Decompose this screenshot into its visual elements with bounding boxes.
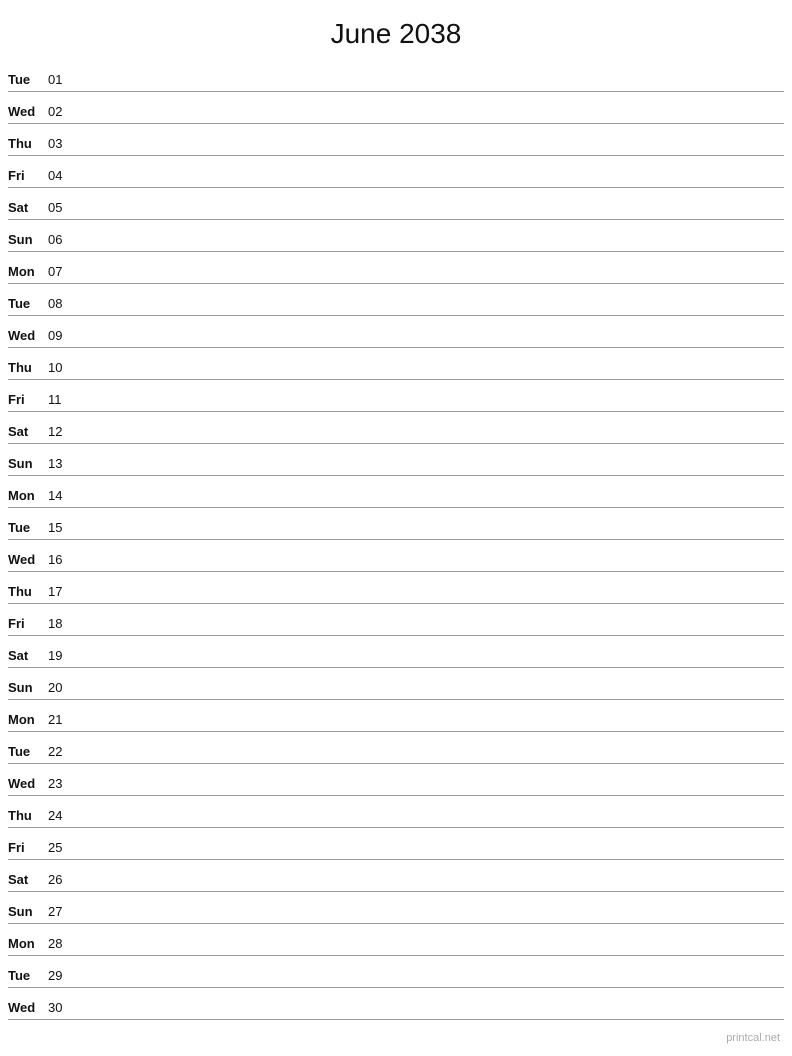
- day-row: Tue22: [8, 732, 784, 764]
- day-name: Wed: [8, 1000, 48, 1017]
- day-row: Tue08: [8, 284, 784, 316]
- day-number: 27: [48, 904, 76, 921]
- day-number: 04: [48, 168, 76, 185]
- day-row: Thu24: [8, 796, 784, 828]
- day-row: Mon14: [8, 476, 784, 508]
- day-name: Wed: [8, 776, 48, 793]
- day-name: Sat: [8, 872, 48, 889]
- day-name: Sat: [8, 648, 48, 665]
- day-number: 09: [48, 328, 76, 345]
- day-row: Sun06: [8, 220, 784, 252]
- day-number: 13: [48, 456, 76, 473]
- day-number: 19: [48, 648, 76, 665]
- day-number: 02: [48, 104, 76, 121]
- day-name: Sun: [8, 904, 48, 921]
- day-name: Tue: [8, 72, 48, 89]
- day-name: Mon: [8, 488, 48, 505]
- day-row: Wed23: [8, 764, 784, 796]
- calendar-list: Tue01Wed02Thu03Fri04Sat05Sun06Mon07Tue08…: [0, 60, 792, 1020]
- day-name: Tue: [8, 968, 48, 985]
- day-row: Sun20: [8, 668, 784, 700]
- day-row: Thu10: [8, 348, 784, 380]
- day-row: Fri18: [8, 604, 784, 636]
- day-name: Thu: [8, 808, 48, 825]
- day-row: Wed30: [8, 988, 784, 1020]
- day-name: Fri: [8, 392, 48, 409]
- day-name: Sun: [8, 232, 48, 249]
- day-number: 14: [48, 488, 76, 505]
- day-name: Mon: [8, 936, 48, 953]
- day-row: Thu03: [8, 124, 784, 156]
- day-name: Sun: [8, 456, 48, 473]
- day-number: 10: [48, 360, 76, 377]
- day-number: 25: [48, 840, 76, 857]
- day-number: 18: [48, 616, 76, 633]
- day-row: Sun13: [8, 444, 784, 476]
- day-row: Tue01: [8, 60, 784, 92]
- day-name: Thu: [8, 360, 48, 377]
- day-name: Wed: [8, 552, 48, 569]
- day-name: Wed: [8, 328, 48, 345]
- day-name: Sat: [8, 200, 48, 217]
- day-name: Fri: [8, 840, 48, 857]
- day-name: Sat: [8, 424, 48, 441]
- day-row: Tue29: [8, 956, 784, 988]
- day-row: Fri25: [8, 828, 784, 860]
- day-name: Thu: [8, 136, 48, 153]
- day-number: 15: [48, 520, 76, 537]
- day-number: 23: [48, 776, 76, 793]
- day-number: 26: [48, 872, 76, 889]
- day-row: Fri04: [8, 156, 784, 188]
- day-number: 03: [48, 136, 76, 153]
- day-number: 22: [48, 744, 76, 761]
- day-row: Wed16: [8, 540, 784, 572]
- day-number: 17: [48, 584, 76, 601]
- day-row: Mon21: [8, 700, 784, 732]
- day-name: Mon: [8, 712, 48, 729]
- day-number: 07: [48, 264, 76, 281]
- day-name: Wed: [8, 104, 48, 121]
- day-number: 11: [48, 392, 76, 409]
- day-row: Wed09: [8, 316, 784, 348]
- day-number: 28: [48, 936, 76, 953]
- day-row: Thu17: [8, 572, 784, 604]
- day-number: 30: [48, 1000, 76, 1017]
- day-number: 01: [48, 72, 76, 89]
- day-name: Fri: [8, 616, 48, 633]
- day-name: Fri: [8, 168, 48, 185]
- day-name: Tue: [8, 296, 48, 313]
- day-number: 08: [48, 296, 76, 313]
- day-number: 06: [48, 232, 76, 249]
- day-number: 05: [48, 200, 76, 217]
- day-row: Fri11: [8, 380, 784, 412]
- day-row: Sat05: [8, 188, 784, 220]
- day-number: 20: [48, 680, 76, 697]
- day-row: Sat26: [8, 860, 784, 892]
- day-number: 16: [48, 552, 76, 569]
- day-name: Tue: [8, 520, 48, 537]
- day-name: Thu: [8, 584, 48, 601]
- day-row: Wed02: [8, 92, 784, 124]
- day-name: Mon: [8, 264, 48, 281]
- day-name: Tue: [8, 744, 48, 761]
- day-number: 24: [48, 808, 76, 825]
- day-row: Sat19: [8, 636, 784, 668]
- watermark: printcal.net: [726, 1032, 780, 1044]
- day-row: Mon28: [8, 924, 784, 956]
- day-row: Tue15: [8, 508, 784, 540]
- day-row: Mon07: [8, 252, 784, 284]
- day-row: Sat12: [8, 412, 784, 444]
- day-number: 12: [48, 424, 76, 441]
- day-number: 21: [48, 712, 76, 729]
- day-name: Sun: [8, 680, 48, 697]
- day-row: Sun27: [8, 892, 784, 924]
- day-number: 29: [48, 968, 76, 985]
- page-title: June 2038: [0, 0, 792, 60]
